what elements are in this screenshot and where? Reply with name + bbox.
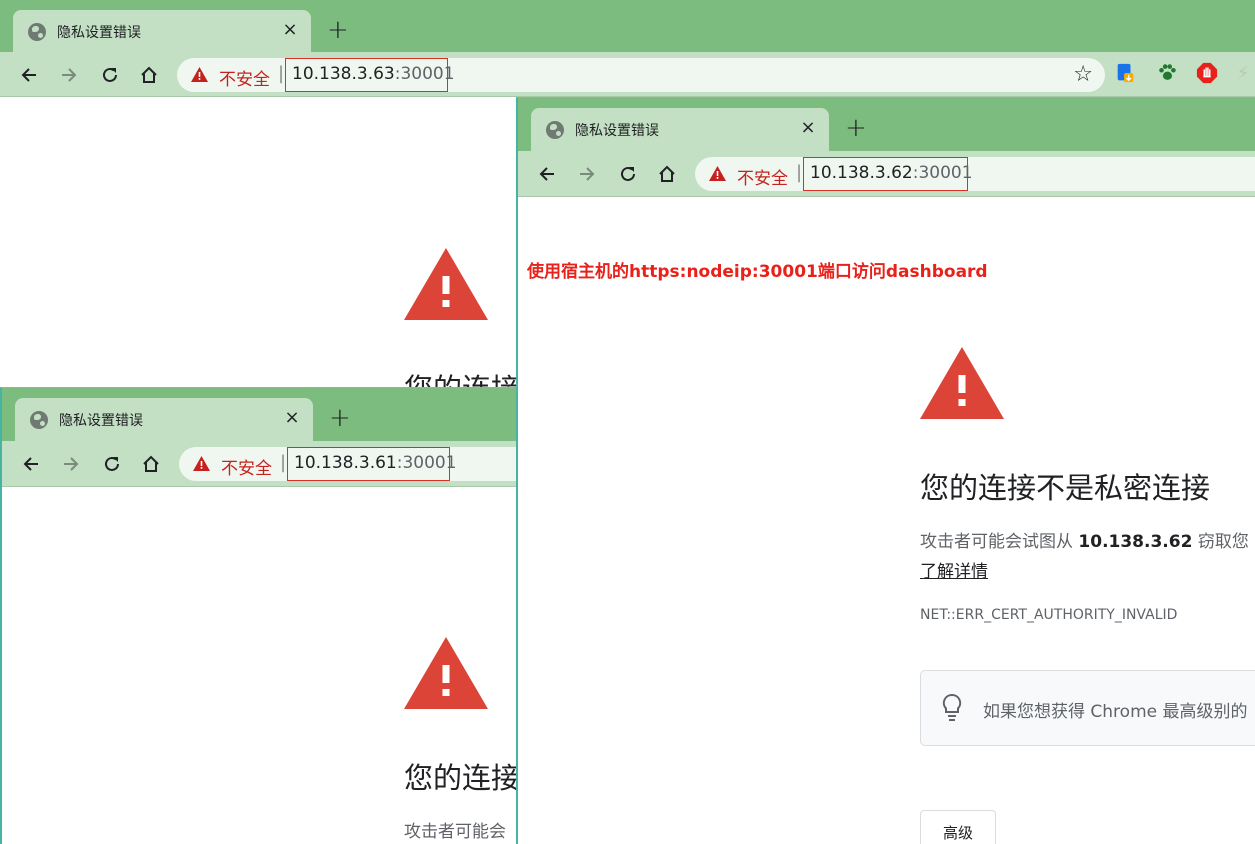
address-bar[interactable]: 不安全 | 10.138.3.63:30001 ☆ — [177, 58, 1105, 92]
globe-icon — [546, 121, 564, 139]
tab-close-icon[interactable]: × — [279, 19, 301, 41]
home-button[interactable] — [652, 159, 682, 189]
arrow-left-icon — [21, 68, 36, 82]
tip-text: 如果您想获得 Chrome 最高级别的 — [983, 702, 1248, 722]
page-heading: 您的连接 — [404, 761, 517, 795]
forward-button[interactable] — [54, 60, 84, 90]
url-port: :30001 — [394, 64, 455, 84]
description-host: 10.138.3.62 — [1078, 532, 1193, 552]
url-text[interactable]: 10.138.3.62:30001 — [803, 157, 973, 191]
tab-title: 隐私设置错误 — [575, 123, 659, 139]
page-content: 使用宿主机的https:nodeip:30001端口访问dashboard 您的… — [518, 197, 1255, 844]
new-tab-button[interactable]: + — [329, 403, 351, 433]
back-button[interactable] — [14, 60, 44, 90]
globe-icon — [30, 411, 48, 429]
toolbar: 不安全 | 10.138.3.62:30001 — [518, 151, 1255, 197]
reload-icon — [621, 166, 635, 181]
reload-button[interactable] — [95, 60, 125, 90]
page-description: 攻击者可能会 — [404, 822, 506, 842]
forward-button[interactable] — [572, 159, 602, 189]
tab-close-icon[interactable]: × — [281, 407, 303, 429]
warning-icon — [404, 248, 488, 320]
toolbar: 不安全 | 10.138.3.61:30001 — [2, 441, 517, 487]
separator: | — [280, 452, 287, 473]
reload-icon — [103, 67, 117, 82]
extension-paw-icon[interactable] — [1155, 62, 1179, 86]
advanced-button[interactable]: 高级 — [920, 810, 996, 844]
tab-close-icon[interactable]: × — [797, 117, 819, 139]
browser-window-middle: 隐私设置错误 × + 不安全 | 10.138.3.61:30001 您的连接 … — [0, 387, 517, 844]
home-icon — [659, 165, 675, 182]
learn-more-link[interactable]: 了解详情 — [920, 557, 988, 582]
arrow-left-icon — [539, 167, 554, 181]
not-secure-label[interactable]: 不安全 — [221, 454, 272, 479]
globe-icon — [28, 23, 46, 41]
description-prefix: 攻击者可能会试图从 — [920, 532, 1079, 552]
home-icon — [141, 66, 157, 83]
new-tab-button[interactable]: + — [327, 15, 349, 45]
tab-title: 隐私设置错误 — [59, 413, 143, 429]
url-port: :30001 — [912, 163, 973, 183]
back-button[interactable] — [532, 159, 562, 189]
arrow-right-icon — [64, 457, 79, 471]
forward-button[interactable] — [56, 449, 86, 479]
extension-lightning-icon[interactable]: ⚡ — [1231, 62, 1255, 86]
warning-icon — [920, 347, 1004, 419]
red-annotation-text: 使用宿主机的https:nodeip:30001端口访问dashboard — [527, 262, 988, 282]
separator: | — [796, 162, 803, 183]
error-code: NET::ERR_CERT_AUTHORITY_INVALID — [920, 607, 1178, 623]
warning-icon — [404, 637, 488, 709]
url-host: 10.138.3.62 — [810, 163, 913, 183]
tab-privacy-error[interactable]: 隐私设置错误 × — [531, 108, 829, 151]
not-secure-label[interactable]: 不安全 — [737, 164, 788, 189]
arrow-right-icon — [580, 167, 595, 181]
reload-button[interactable] — [97, 449, 127, 479]
reload-button[interactable] — [613, 159, 643, 189]
toolbar: 不安全 | 10.138.3.63:30001 ☆ ⚡ — [0, 52, 1255, 97]
url-text[interactable]: 10.138.3.63:30001 — [285, 58, 455, 92]
arrow-left-icon — [23, 457, 38, 471]
bookmark-star-icon[interactable]: ☆ — [1073, 62, 1093, 87]
tab-privacy-error[interactable]: 隐私设置错误 × — [13, 10, 311, 53]
lightbulb-icon — [942, 693, 962, 721]
tab-privacy-error[interactable]: 隐私设置错误 × — [15, 398, 313, 441]
warning-icon[interactable] — [193, 456, 210, 471]
back-button[interactable] — [16, 449, 46, 479]
home-icon — [143, 455, 159, 472]
tab-title: 隐私设置错误 — [57, 25, 141, 41]
tab-strip: 隐私设置错误 × + — [518, 98, 1255, 151]
warning-icon[interactable] — [709, 166, 726, 181]
page-heading: 您的连接不是私密连接 — [920, 471, 1211, 505]
tab-strip: 隐私设置错误 × + — [0, 0, 1255, 53]
tab-strip: 隐私设置错误 × + — [2, 388, 517, 441]
page-description: 攻击者可能会试图从 10.138.3.62 窃取您 — [920, 527, 1249, 552]
browser-window-front: 隐私设置错误 × + 不安全 | 10.138.3.62:30001 使用宿主机… — [516, 97, 1255, 844]
extension-download-icon[interactable] — [1113, 62, 1137, 86]
arrow-right-icon — [62, 68, 77, 82]
address-bar[interactable]: 不安全 | 10.138.3.62:30001 — [695, 157, 1255, 191]
separator: | — [278, 63, 285, 84]
page-content: 您的连接 攻击者可能会 — [2, 487, 517, 844]
description-suffix: 窃取您 — [1192, 532, 1249, 552]
url-host: 10.138.3.61 — [294, 453, 397, 473]
home-button[interactable] — [134, 60, 164, 90]
url-host: 10.138.3.63 — [292, 64, 395, 84]
home-button[interactable] — [136, 449, 166, 479]
new-tab-button[interactable]: + — [845, 113, 867, 143]
enhanced-protection-tip: 如果您想获得 Chrome 最高级别的 — [920, 670, 1255, 746]
not-secure-label[interactable]: 不安全 — [219, 65, 270, 90]
address-bar[interactable]: 不安全 | 10.138.3.61:30001 — [179, 447, 517, 481]
warning-icon[interactable] — [191, 67, 208, 82]
url-text[interactable]: 10.138.3.61:30001 — [287, 447, 457, 481]
reload-icon — [105, 456, 119, 471]
url-port: :30001 — [396, 453, 457, 473]
extension-adblock-icon[interactable] — [1195, 62, 1219, 86]
